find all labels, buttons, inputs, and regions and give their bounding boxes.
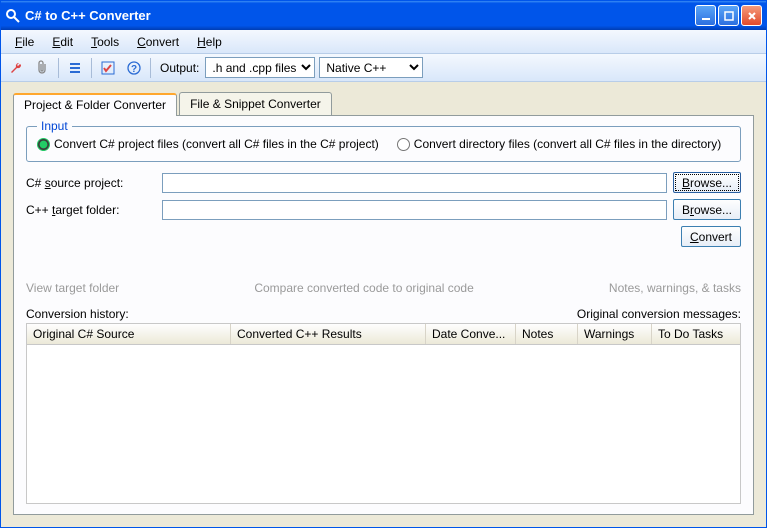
target-label: C++ target folder:	[26, 203, 156, 217]
tab-file-snippet[interactable]: File & Snippet Converter	[179, 92, 332, 115]
menu-edit[interactable]: Edit	[44, 32, 81, 52]
maximize-button[interactable]	[718, 5, 739, 26]
menubar: File Edit Tools Convert Help	[1, 30, 766, 54]
output-select[interactable]: .h and .cpp files	[205, 57, 315, 78]
convert-button[interactable]: Convert	[681, 226, 741, 247]
radio-project-label: Convert C# project files (convert all C#…	[54, 137, 379, 151]
menu-help[interactable]: Help	[189, 32, 230, 52]
col-notes[interactable]: Notes	[516, 324, 578, 344]
minimize-button[interactable]	[695, 5, 716, 26]
tab-project-folder[interactable]: Project & Folder Converter	[13, 93, 177, 116]
toolbar: ? Output: .h and .cpp files Native C++	[1, 54, 766, 82]
source-input[interactable]	[162, 173, 667, 193]
notes-link[interactable]: Notes, warnings, & tasks	[609, 281, 741, 295]
tab-strip: Project & Folder Converter File & Snippe…	[13, 92, 754, 115]
target-row: C++ target folder: Browse...	[26, 199, 741, 220]
menu-file[interactable]: File	[7, 32, 42, 52]
radio-project[interactable]	[37, 138, 50, 151]
window-title: C# to C++ Converter	[25, 8, 695, 23]
source-row: C# source project: Browse...	[26, 172, 741, 193]
menu-tools[interactable]: Tools	[83, 32, 127, 52]
toolbar-separator	[91, 58, 92, 78]
radio-directory[interactable]	[397, 138, 410, 151]
col-original-source[interactable]: Original C# Source	[27, 324, 231, 344]
browse-target-button[interactable]: Browse...	[673, 199, 741, 220]
radio-directory-option[interactable]: Convert directory files (convert all C# …	[397, 137, 721, 151]
input-group: Input Convert C# project files (convert …	[26, 126, 741, 162]
col-warnings[interactable]: Warnings	[578, 324, 652, 344]
tab-panel: Input Convert C# project files (convert …	[13, 115, 754, 515]
help-icon[interactable]: ?	[123, 57, 145, 79]
input-legend: Input	[37, 119, 72, 133]
toolbar-separator	[58, 58, 59, 78]
compare-link[interactable]: Compare converted code to original code	[254, 281, 473, 295]
app-window: C# to C++ Converter File Edit Tools Conv…	[0, 0, 767, 528]
messages-label: Original conversion messages:	[577, 307, 741, 321]
history-table: Original C# Source Converted C++ Results…	[26, 323, 741, 504]
radio-directory-label: Convert directory files (convert all C# …	[414, 137, 721, 151]
target-input[interactable]	[162, 200, 667, 220]
col-date-converted[interactable]: Date Conve...	[426, 324, 516, 344]
app-icon	[5, 8, 21, 24]
convert-row: Convert	[26, 226, 741, 247]
table-header: Original C# Source Converted C++ Results…	[27, 324, 740, 345]
close-button[interactable]	[741, 5, 762, 26]
link-row: View target folder Compare converted cod…	[26, 281, 741, 295]
list-icon[interactable]	[64, 57, 86, 79]
table-body	[27, 345, 740, 503]
source-label: C# source project:	[26, 176, 156, 190]
target-select[interactable]: Native C++	[319, 57, 423, 78]
history-label: Conversion history:	[26, 307, 129, 321]
browse-source-button[interactable]: Browse...	[673, 172, 741, 193]
clip-icon[interactable]	[31, 57, 53, 79]
col-todo-tasks[interactable]: To Do Tasks	[652, 324, 740, 344]
titlebar: C# to C++ Converter	[1, 1, 766, 30]
svg-text:?: ?	[131, 64, 137, 75]
wrench-icon[interactable]	[5, 57, 27, 79]
content-area: Project & Folder Converter File & Snippe…	[1, 82, 766, 527]
output-label: Output:	[160, 61, 199, 75]
menu-convert[interactable]: Convert	[129, 32, 187, 52]
check-icon[interactable]	[97, 57, 119, 79]
radio-row: Convert C# project files (convert all C#…	[37, 137, 730, 151]
col-converted-results[interactable]: Converted C++ Results	[231, 324, 426, 344]
view-target-link[interactable]: View target folder	[26, 281, 119, 295]
window-controls	[695, 5, 762, 26]
history-labels: Conversion history: Original conversion …	[26, 307, 741, 321]
radio-project-option[interactable]: Convert C# project files (convert all C#…	[37, 137, 379, 151]
toolbar-separator	[150, 58, 151, 78]
